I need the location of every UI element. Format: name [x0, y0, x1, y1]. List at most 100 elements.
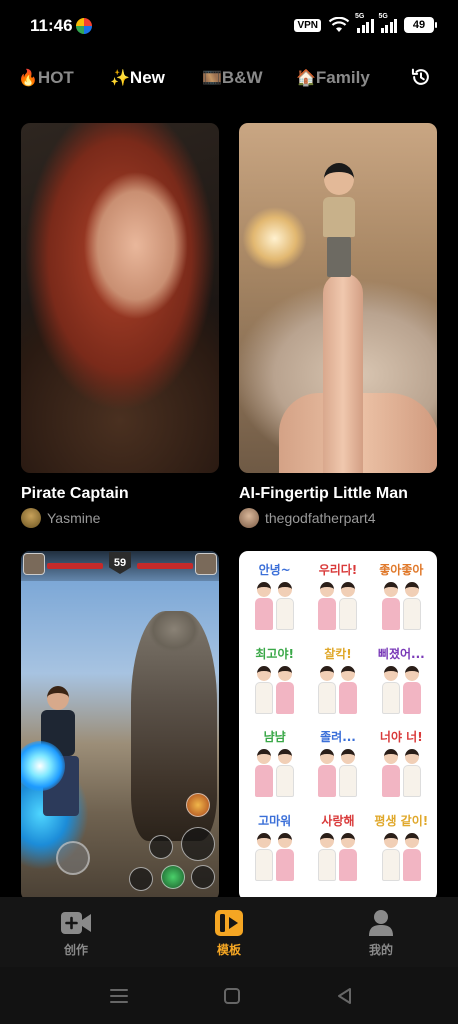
template-card-stickers[interactable]: 안녕~ 우리다! 좋아좋아최고야! 찰칵! 삐졌어... 냠냠 졸려... 너야 너! 고마워 사… — [239, 551, 437, 901]
nav-profile[interactable]: 我的 — [351, 909, 411, 958]
couple-illustration — [255, 832, 295, 881]
template-thumbnail[interactable]: 59 — [21, 551, 219, 901]
sticker-item: 삐졌어... — [372, 645, 431, 725]
bottom-navigation: 创作 模板 我的 — [0, 897, 458, 967]
sticker-text: 좋아좋아 — [379, 563, 424, 577]
tab-bw[interactable]: 🎞️B&W — [202, 68, 263, 88]
sticker-item: 찰칵! — [308, 645, 367, 725]
sticker-text: 평생 같이! — [374, 813, 429, 828]
author-name: Yasmine — [47, 510, 101, 526]
claw-skill-icon — [191, 865, 215, 889]
sticker-item: 사랑해 — [308, 812, 367, 892]
couple-illustration — [255, 665, 295, 714]
fire-icon: 🔥 — [18, 70, 38, 87]
sparkles-icon: ✨ — [110, 70, 130, 87]
template-thumbnail[interactable]: 안녕~ 우리다! 좋아좋아최고야! 찰칵! 삐졌어... 냠냠 졸려... 너야 너! 고마워 사… — [239, 551, 437, 901]
sticker-item: 우리다! — [308, 561, 367, 641]
template-thumbnail[interactable] — [21, 123, 219, 473]
template-card-game[interactable]: 59 — [21, 551, 219, 901]
home-icon[interactable] — [221, 985, 243, 1007]
couple-illustration — [318, 749, 358, 797]
sticker-text: 너야 너! — [379, 730, 423, 744]
sticker-text: 삐졌어... — [377, 646, 425, 661]
app-notification-icon — [76, 18, 92, 34]
dash-skill-icon — [129, 867, 153, 891]
shield-skill-icon — [186, 793, 210, 817]
wifi-icon — [328, 17, 350, 32]
tab-hot[interactable]: 🔥HOT — [18, 68, 74, 88]
recent-apps-icon[interactable] — [108, 985, 130, 1007]
battery-icon: 49 — [404, 17, 437, 33]
sticker-item: 너야 너! — [372, 728, 431, 808]
vpn-badge: VPN — [294, 18, 321, 32]
potion-skill-icon — [161, 865, 185, 889]
couple-illustration — [381, 665, 421, 714]
profile-icon — [369, 910, 393, 936]
sticker-item: 좋아좋아 — [372, 561, 431, 641]
card-title: Pirate Captain — [21, 485, 129, 502]
sticker-text: 졸려... — [320, 730, 356, 744]
sticker-item: 고마워 — [245, 812, 304, 892]
card-title: AI-Fingertip Little Man — [239, 485, 408, 502]
back-icon[interactable] — [334, 985, 356, 1007]
author-avatar — [21, 508, 41, 528]
couple-illustration — [381, 832, 421, 881]
tab-family[interactable]: 🏠Family — [296, 68, 370, 88]
couple-illustration — [318, 832, 358, 881]
sticker-text: 안녕~ — [258, 563, 291, 577]
template-thumbnail[interactable] — [239, 123, 437, 473]
tab-new[interactable]: ✨New — [110, 68, 165, 88]
sticker-item: 졸려... — [308, 728, 367, 808]
player-avatar — [23, 553, 45, 575]
couple-illustration — [318, 665, 358, 714]
create-video-icon — [61, 912, 91, 934]
card-author: Yasmine — [21, 508, 219, 528]
game-hud: 59 — [21, 551, 219, 581]
status-icons: VPN 5G 5G 49 — [294, 13, 437, 33]
sticker-item: 최고야! — [245, 645, 304, 725]
round-timer: 59 — [109, 552, 131, 574]
finger-illustration — [323, 273, 363, 473]
card-author: thegodfatherpart4 — [239, 508, 437, 528]
nav-create[interactable]: 创作 — [46, 909, 106, 958]
player-health-bar — [47, 563, 103, 569]
nav-label: 创作 — [63, 943, 88, 957]
nav-label: 我的 — [368, 943, 393, 957]
couple-illustration — [381, 582, 421, 630]
little-man-figure — [319, 163, 359, 278]
nav-templates[interactable]: 模板 — [199, 909, 259, 958]
history-clock-icon[interactable] — [410, 66, 432, 88]
enemy-health-bar — [137, 563, 193, 569]
couple-illustration — [255, 582, 295, 630]
template-card-pirate[interactable]: Pirate Captain Yasmine — [21, 123, 219, 528]
signal-icon-2: 5G — [379, 13, 397, 33]
category-tabs: 🔥HOT ✨New 🎞️B&W 🏠Family — [0, 60, 458, 96]
sticker-text: 고마워 — [258, 813, 292, 828]
nav-label: 模板 — [216, 943, 241, 957]
template-icon — [215, 910, 243, 936]
enemy-avatar — [195, 553, 217, 575]
couple-illustration — [318, 582, 358, 630]
sticker-item: 안녕~ — [245, 561, 304, 641]
author-avatar — [239, 508, 259, 528]
sticker-text: 사랑해 — [321, 813, 355, 828]
film-icon: 🎞️ — [202, 70, 222, 87]
author-name: thegodfatherpart4 — [265, 510, 376, 526]
sticker-text: 우리다! — [318, 563, 358, 577]
sticker-item: 평생 같이! — [372, 812, 431, 892]
sticker-grid: 안녕~ 우리다! 좋아좋아최고야! 찰칵! 삐졌어... 냠냠 졸려... 너야 너! 고마워 사… — [245, 561, 431, 891]
sticker-item: 냠냠 — [245, 728, 304, 808]
couple-illustration — [381, 749, 421, 797]
system-navigation-bar — [0, 967, 458, 1024]
joystick — [56, 841, 90, 875]
sticker-text: 찰칵! — [324, 646, 352, 661]
template-card-fingertip[interactable]: AI-Fingertip Little Man thegodfatherpart… — [239, 123, 437, 528]
sticker-text: 최고야! — [255, 646, 294, 661]
status-time: 11:46 — [30, 16, 73, 35]
sticker-text: 냠냠 — [263, 730, 286, 744]
house-icon: 🏠 — [296, 70, 316, 87]
couple-illustration — [255, 749, 295, 797]
plane-skill-icon — [149, 835, 173, 859]
signal-icon-1: 5G — [355, 13, 374, 33]
punch-button-icon — [181, 827, 215, 861]
